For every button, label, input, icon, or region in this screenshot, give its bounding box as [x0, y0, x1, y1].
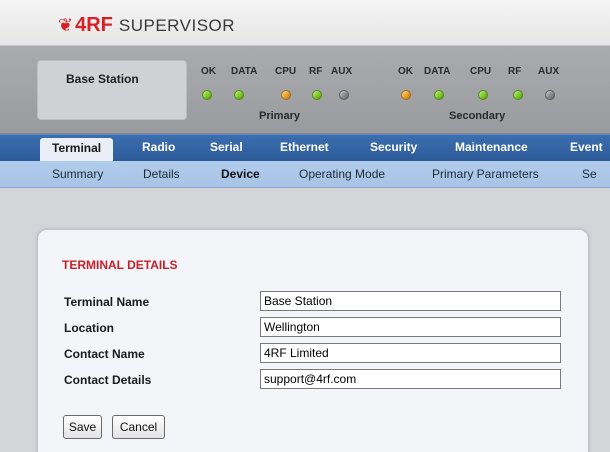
led-label-secondary-ok: OK	[398, 66, 413, 77]
logo-product: SUPERVISOR	[118, 15, 236, 35]
subtab-operating-mode[interactable]: Operating Mode	[299, 167, 385, 181]
secondary-data-led-icon	[434, 90, 444, 100]
primary-rf-led-icon	[312, 90, 322, 100]
status-panel: Base Station OK DATA CPU RF AUX Primary …	[0, 46, 610, 134]
tab-event[interactable]: Event	[570, 140, 603, 154]
led-label-secondary-data: DATA	[424, 66, 451, 77]
secondary-aux-led-icon	[545, 90, 555, 100]
contact-name-row: Contact Name	[60, 341, 564, 366]
location-row: Location	[60, 315, 564, 340]
tab-serial[interactable]: Serial	[210, 140, 243, 154]
led-label-primary-data: DATA	[231, 66, 258, 77]
main-nav: Terminal Radio Serial Ethernet Security …	[0, 134, 610, 162]
sub-nav: Summary Details Device Operating Mode Pr…	[0, 161, 610, 188]
secondary-ok-led-icon	[401, 90, 411, 100]
led-label-primary-rf: RF	[309, 66, 323, 77]
logo-mark-icon: ❦	[58, 15, 73, 36]
tab-security[interactable]: Security	[370, 140, 417, 154]
terminal-name-row: Terminal Name	[60, 289, 564, 314]
primary-group-label: Primary	[259, 110, 300, 122]
led-label-primary-aux: AUX	[331, 66, 353, 77]
subtab-details[interactable]: Details	[143, 167, 180, 181]
save-button[interactable]: Save	[63, 415, 102, 439]
primary-data-led-icon	[234, 90, 244, 100]
subtab-primary-parameters[interactable]: Primary Parameters	[432, 167, 539, 181]
subtab-device[interactable]: Device	[221, 167, 260, 181]
station-name: Base Station	[66, 72, 139, 86]
location-field[interactable]	[260, 317, 561, 337]
led-label-primary-ok: OK	[201, 66, 216, 77]
subtab-summary[interactable]: Summary	[52, 167, 103, 181]
contact-details-field[interactable]	[260, 369, 561, 389]
terminal-name-field[interactable]	[260, 291, 561, 311]
app-header: ❦ 4RF SUPERVISOR	[0, 0, 610, 46]
primary-cpu-led-icon	[281, 90, 291, 100]
location-label: Location	[64, 321, 114, 335]
led-label-secondary-aux: AUX	[538, 66, 560, 77]
primary-ok-led-icon	[202, 90, 212, 100]
logo-brand: 4RF	[75, 14, 113, 36]
contact-name-field[interactable]	[260, 343, 561, 363]
led-label-secondary-cpu: CPU	[470, 66, 492, 77]
secondary-group-label: Secondary	[449, 110, 506, 122]
primary-aux-led-icon	[339, 90, 349, 100]
secondary-rf-led-icon	[513, 90, 523, 100]
secondary-cpu-led-icon	[478, 90, 488, 100]
station-name-box: Base Station	[37, 60, 187, 120]
tab-terminal[interactable]: Terminal	[40, 138, 114, 162]
contact-details-row: Contact Details	[60, 367, 564, 392]
led-label-secondary-rf: RF	[508, 66, 522, 77]
app-logo: ❦ 4RF SUPERVISOR	[58, 14, 235, 37]
contact-name-label: Contact Name	[64, 347, 145, 361]
tab-ethernet[interactable]: Ethernet	[280, 140, 329, 154]
subtab-more[interactable]: Se	[582, 167, 597, 181]
terminal-name-label: Terminal Name	[64, 295, 150, 309]
panel-title: TERMINAL DETAILS	[62, 258, 178, 272]
tab-radio[interactable]: Radio	[142, 140, 175, 154]
contact-details-label: Contact Details	[64, 373, 152, 387]
cancel-button[interactable]: Cancel	[112, 415, 165, 439]
terminal-details-panel: TERMINAL DETAILS Terminal Name Location …	[37, 229, 589, 452]
tab-maintenance[interactable]: Maintenance	[455, 140, 528, 154]
led-label-primary-cpu: CPU	[275, 66, 297, 77]
